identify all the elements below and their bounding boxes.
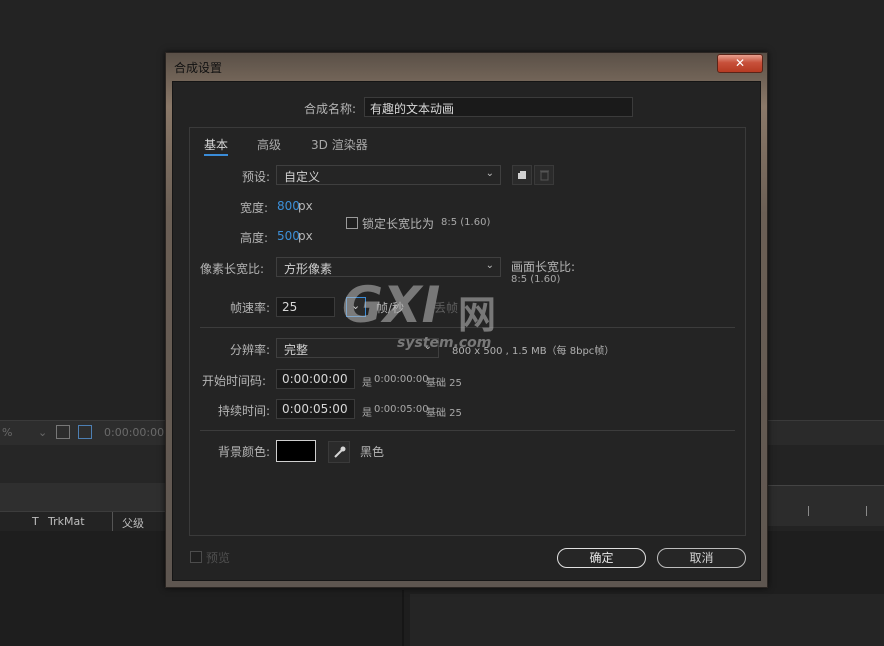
lower-right-panel (410, 594, 884, 646)
start-timecode-base: 基础 25 (426, 378, 462, 389)
start-timecode-input[interactable]: 0:00:00:00 (276, 369, 355, 389)
timeline-toolbar: % ⌄ 0:00:00:00 (0, 420, 170, 446)
duration-input[interactable]: 0:00:05:00 (276, 399, 355, 419)
start-timecode-note: 0:00:00:00 (374, 374, 429, 385)
width-label: 宽度: (240, 201, 269, 215)
column-parent[interactable]: 父级 (122, 515, 144, 531)
start-timecode-label: 开始时间码: (202, 374, 267, 388)
close-icon: ✕ (734, 56, 746, 70)
timeline-column-header: T TrkMat 父级 (0, 511, 170, 533)
preview-label[interactable]: 预览 (206, 549, 230, 566)
frame-rate-label: 帧速率: (230, 301, 271, 315)
timecode-display: 0:00:00:00 (104, 426, 165, 439)
timeline-layer-row (0, 483, 170, 511)
active-tab-indicator (204, 154, 228, 156)
save-preset-icon (517, 170, 526, 179)
monitor-icon[interactable] (56, 425, 70, 439)
duration-label: 持续时间: (218, 404, 271, 418)
watermark-letters: GXI (342, 276, 441, 334)
tab-3d-renderer[interactable]: 3D 渲染器 (311, 136, 368, 153)
tab-basic[interactable]: 基本 (204, 136, 228, 153)
pixel-aspect-dropdown[interactable]: 方形像素 ⌄ (276, 257, 501, 277)
duration-note-prefix: 是 (362, 408, 372, 419)
dialog-titlebar[interactable]: 合成设置 ✕ (166, 53, 767, 80)
duration-base: 基础 25 (426, 408, 462, 419)
watermark-domain: system.com (397, 335, 492, 351)
bg-color-label: 背景颜色: (218, 445, 271, 459)
resolution-label: 分辨率: (230, 343, 271, 357)
height-label: 高度: (240, 231, 269, 245)
lock-aspect-checkbox[interactable] (346, 217, 358, 229)
ruler-tick (866, 506, 867, 516)
column-trkmat-prefix: T (32, 515, 39, 528)
transparency-icon[interactable] (78, 425, 92, 439)
frame-aspect-value: 8:5 (1.60) (511, 274, 561, 285)
dialog-title: 合成设置 (174, 61, 223, 75)
comp-name-label: 合成名称: (304, 102, 357, 116)
preset-dropdown[interactable]: 自定义 ⌄ (276, 165, 501, 185)
height-unit: px (298, 229, 313, 243)
cancel-button[interactable]: 取消 (657, 548, 746, 568)
frame-rate-input[interactable]: 25 (276, 297, 335, 317)
start-timecode-note-prefix: 是 (362, 378, 372, 389)
width-unit: px (298, 199, 313, 213)
preview-checkbox[interactable] (190, 551, 202, 563)
save-preset-button[interactable] (512, 165, 532, 185)
chevron-down-icon[interactable]: ⌄ (38, 426, 47, 439)
comp-name-input[interactable]: 有趣的文本动画 (364, 97, 633, 117)
panel-divider[interactable] (402, 590, 404, 646)
zoom-label[interactable]: % (2, 426, 12, 439)
chevron-down-icon: ⌄ (485, 260, 494, 271)
pixel-aspect-value: 方形像素 (284, 262, 333, 276)
pixel-aspect-label: 像素长宽比: (200, 262, 265, 276)
lock-aspect-ratio: 8:5 (1.60) (441, 217, 491, 228)
height-value[interactable]: 500 (277, 229, 300, 243)
bg-color-swatch[interactable] (276, 440, 316, 462)
watermark-cjk: 网 (458, 293, 497, 337)
duration-note: 0:00:05:00 (374, 404, 429, 415)
preset-value: 自定义 (284, 170, 321, 184)
section-divider (200, 430, 735, 431)
preset-label: 预设: (242, 170, 271, 184)
trash-icon (540, 170, 549, 181)
tab-advanced[interactable]: 高级 (257, 136, 281, 153)
delete-preset-button[interactable] (534, 165, 554, 185)
bg-color-name: 黑色 (360, 445, 385, 459)
eyedropper-icon (334, 446, 346, 458)
width-value[interactable]: 800 (277, 199, 300, 213)
resolution-value: 完整 (284, 343, 309, 357)
chevron-down-icon: ⌄ (485, 168, 494, 179)
timeline-ruler-strip (767, 420, 884, 445)
ruler-tick (808, 506, 809, 516)
eyedropper-button[interactable] (328, 441, 350, 463)
lock-aspect-label[interactable]: 锁定长宽比为 (362, 215, 434, 232)
column-trkmat[interactable]: TrkMat (48, 515, 85, 528)
timeline-search-row (0, 445, 170, 483)
ok-button[interactable]: 确定 (557, 548, 646, 568)
close-button[interactable]: ✕ (717, 54, 763, 73)
frame-aspect-label: 画面长宽比: (511, 260, 576, 274)
